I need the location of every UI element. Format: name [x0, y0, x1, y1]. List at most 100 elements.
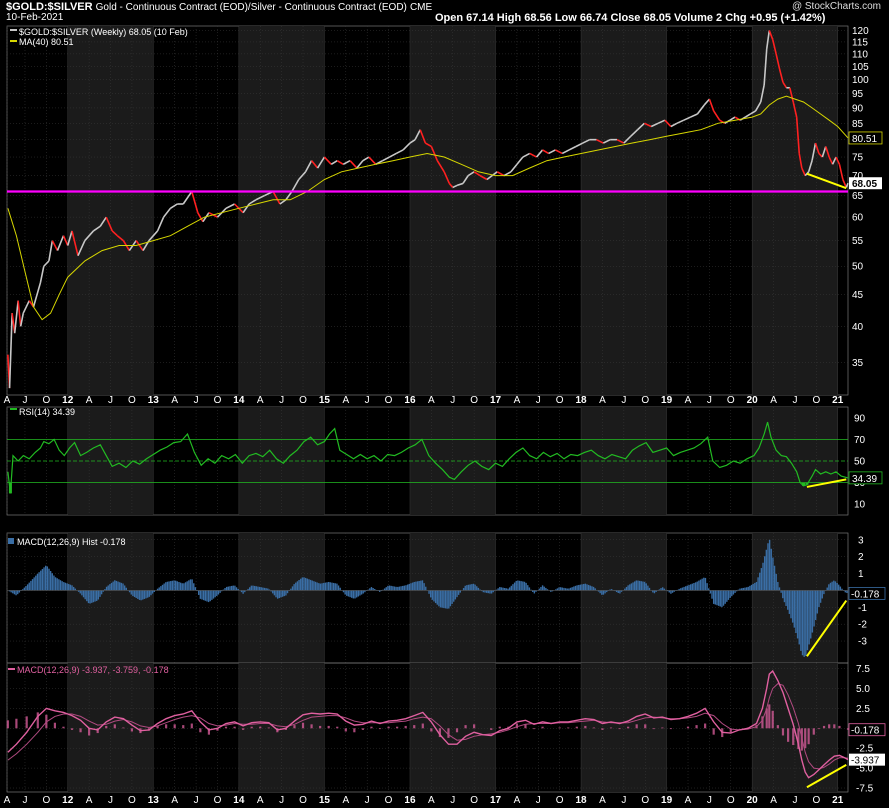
- macd-value-label: -3.937: [851, 756, 880, 767]
- price-y-tick: 120: [852, 26, 869, 37]
- x-tick-label: O: [470, 795, 478, 806]
- x-tick-label: O: [812, 395, 820, 406]
- rsi-y-tick: 90: [854, 413, 866, 424]
- x-tick-label: O: [385, 395, 393, 406]
- x-tick-label: O: [42, 795, 50, 806]
- chart-canvas: A J O 12 A J O 13 A J O 14 A J O 15 A J O 16 A J O 17 A J O 18 A J O 19…: [0, 0, 889, 808]
- x-tick-label: J: [108, 795, 113, 806]
- legend-hist-swatch: [8, 538, 14, 544]
- legend-ma: MA(40) 80.51: [19, 37, 74, 47]
- price-y-tick: 115: [852, 37, 868, 48]
- x-tick-label: 20: [747, 395, 759, 406]
- x-tick-label: O: [556, 795, 564, 806]
- x-tick-label: A: [342, 395, 349, 406]
- x-tick-label: J: [707, 795, 712, 806]
- x-tick-label: A: [342, 795, 349, 806]
- legend-hist: MACD(12,26,9) Hist -0.178: [17, 537, 126, 547]
- x-tick-label: J: [194, 395, 199, 406]
- x-tick-label: A: [171, 795, 178, 806]
- price-y-tick: 55: [852, 236, 864, 247]
- x-tick-label: 14: [233, 795, 245, 806]
- year-band: [409, 26, 496, 395]
- last-price-label: 68.05: [852, 179, 877, 190]
- x-tick-label: 17: [490, 795, 502, 806]
- x-tick-label: 19: [661, 395, 673, 406]
- x-tick-label: O: [812, 795, 820, 806]
- x-tick-label: J: [792, 795, 797, 806]
- chart-header-symbol: $GOLD:$SILVER Gold - Continuous Contract…: [6, 1, 432, 13]
- legend-price: $GOLD:$SILVER (Weekly) 68.05 (10 Feb): [19, 27, 188, 37]
- macd-y-tick: 5.0: [856, 684, 870, 695]
- x-tick-label: A: [86, 395, 93, 406]
- x-tick-label: 19: [661, 795, 673, 806]
- x-tick-label: 18: [576, 395, 588, 406]
- x-tick-label: A: [599, 395, 606, 406]
- rsi-value-label: 34.39: [852, 474, 877, 485]
- x-tick-label: J: [279, 795, 284, 806]
- price-y-tick: 35: [852, 358, 864, 369]
- x-tick-label: A: [428, 795, 435, 806]
- x-tick-label: O: [385, 795, 393, 806]
- price-y-tick: 85: [852, 119, 864, 130]
- x-tick-label: 15: [319, 795, 331, 806]
- macd-y-tick: 2.5: [856, 704, 870, 715]
- year-band: [581, 26, 667, 395]
- x-tick-label: O: [128, 795, 136, 806]
- x-tick-label: 16: [404, 395, 416, 406]
- x-tick-label: O: [727, 795, 735, 806]
- symbol-description: Gold - Continuous Contract (EOD)/Silver …: [95, 2, 407, 13]
- legend-rsi: RSI(14) 34.39: [19, 407, 75, 417]
- hist-value-label: -0.178: [851, 589, 880, 600]
- hist-y-tick: -3: [858, 637, 867, 648]
- x-tick-label: O: [470, 395, 478, 406]
- chart-date: 10-Feb-2021: [6, 12, 64, 23]
- x-tick-label: A: [171, 395, 178, 406]
- x-tick-label: 20: [747, 795, 759, 806]
- x-tick-label: A: [685, 795, 692, 806]
- exchange-label: CME: [409, 2, 433, 13]
- x-tick-label: J: [108, 395, 113, 406]
- x-tick-label: 21: [832, 395, 844, 406]
- x-tick-label: J: [536, 795, 541, 806]
- x-tick-label: 16: [404, 795, 416, 806]
- price-y-tick: 90: [852, 103, 864, 114]
- x-tick-label: O: [641, 795, 649, 806]
- price-y-tick: 40: [852, 322, 864, 333]
- x-tick-label: A: [770, 395, 777, 406]
- x-tick-label: A: [4, 795, 11, 806]
- price-y-tick: 65: [852, 191, 864, 202]
- hist-y-tick: -2: [858, 620, 867, 631]
- hist-y-tick: 1: [858, 569, 864, 580]
- macd-y-tick: -2.5: [856, 744, 874, 755]
- year-band: [67, 663, 154, 792]
- price-y-tick: 45: [852, 290, 864, 301]
- x-tick-label: 12: [62, 795, 74, 806]
- x-tick-label: O: [214, 395, 222, 406]
- x-tick-label: 14: [233, 395, 245, 406]
- macd-hist-value-label: -0.178: [851, 726, 880, 737]
- x-tick-label: J: [22, 395, 27, 406]
- x-tick-label: J: [792, 395, 797, 406]
- x-tick-label: O: [42, 395, 50, 406]
- macd-y-tick: -7.5: [856, 784, 874, 795]
- price-y-tick: 105: [852, 62, 869, 73]
- x-tick-label: J: [621, 395, 626, 406]
- x-tick-label: J: [365, 395, 370, 406]
- x-tick-label: A: [86, 795, 93, 806]
- x-tick-label: O: [214, 795, 222, 806]
- x-tick-label: A: [4, 395, 11, 406]
- price-y-tick: 75: [852, 153, 864, 164]
- x-tick-label: A: [257, 795, 264, 806]
- x-tick-label: A: [514, 795, 521, 806]
- x-tick-label: J: [621, 795, 626, 806]
- x-tick-label: 12: [62, 395, 74, 406]
- hist-y-tick: 2: [858, 552, 864, 563]
- legend-price-swatch: [10, 29, 17, 31]
- hist-y-tick: 3: [858, 535, 864, 546]
- price-y-tick: 50: [852, 262, 864, 273]
- x-tick-label: J: [450, 795, 455, 806]
- x-tick-label: J: [22, 795, 27, 806]
- x-tick-label: A: [770, 795, 777, 806]
- watermark: @ StockCharts.com: [791, 1, 881, 12]
- x-tick-label: 13: [148, 795, 160, 806]
